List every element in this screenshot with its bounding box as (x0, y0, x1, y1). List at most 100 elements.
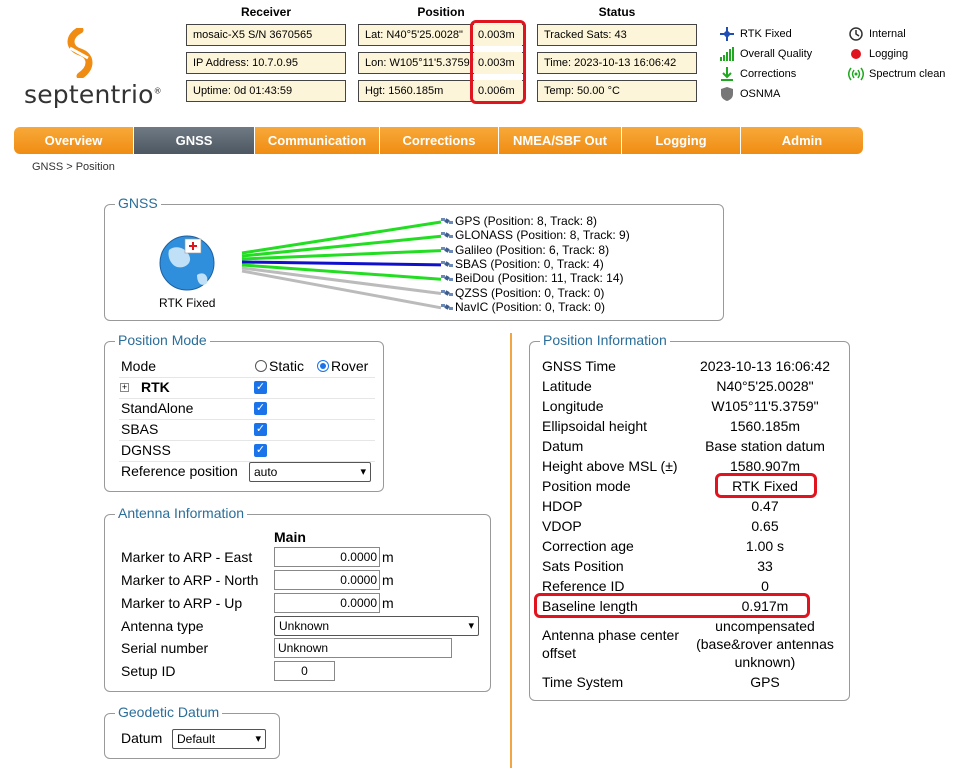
breadcrumb: GNSS > Position (32, 161, 115, 173)
phase-center-label-2: offset (542, 645, 576, 661)
info-label: Sats Position (542, 558, 624, 574)
mode-rover-radio[interactable]: Rover (317, 358, 368, 374)
antenna-type-select[interactable]: Unknown ▾ (274, 616, 479, 636)
antenna-type-label: Antenna type (121, 618, 204, 634)
constellation-item: Galileo (Position: 6, Track: 8) (440, 243, 609, 257)
radio-static[interactable] (255, 360, 267, 372)
satellite-icon (440, 243, 454, 257)
arp-up-input[interactable]: 0.0000 (274, 593, 380, 613)
info-value: N40°5'25.0028" (716, 378, 814, 394)
legend-internal: Internal (847, 26, 906, 42)
setup-id-input[interactable]: 0 (274, 661, 335, 681)
legend-rtk-fixed: RTK Fixed (718, 26, 792, 42)
column-separator (510, 333, 512, 768)
radio-rover[interactable] (317, 360, 329, 372)
info-value: 1560.185m (729, 418, 801, 434)
tab-communication[interactable]: Communication (255, 127, 380, 154)
position-info-panel: Position Information GNSS Time 2023-10-13… (529, 332, 850, 701)
info-label: Longitude (542, 398, 604, 414)
legend-overall-quality: Overall Quality (718, 46, 812, 62)
constellation-link (241, 220, 442, 255)
arp-north-label: Marker to ARP - North (121, 572, 259, 588)
serial-number-input[interactable]: Unknown (274, 638, 452, 658)
tab-admin[interactable]: Admin (741, 127, 863, 154)
constellation-item: SBAS (Position: 0, Track: 4) (440, 257, 604, 271)
spectrum-icon (847, 66, 865, 82)
antenna-legend: Antenna Information (115, 505, 248, 521)
geodetic-datum-panel: Geodetic Datum Datum Default ▾ (104, 704, 280, 759)
status-title: Status (598, 5, 636, 19)
info-label: Ellipsoidal height (542, 418, 648, 434)
info-value: 1580.907m (729, 458, 801, 474)
info-label: Position mode (542, 478, 631, 494)
brand-name: septentrio® (24, 80, 162, 109)
sbas-checkbox[interactable]: ✓ (254, 423, 267, 436)
status-tracked-sats: Tracked Sats: 43 (537, 24, 697, 46)
datum-select[interactable]: Default ▾ (172, 729, 266, 749)
red-dot-icon (847, 46, 865, 62)
receiver-serial: mosaic-X5 S/N 3670565 (186, 24, 346, 46)
arp-north-input[interactable]: 0.0000 (274, 570, 380, 590)
tab-overview[interactable]: Overview (14, 127, 134, 154)
arp-up-label: Marker to ARP - Up (121, 595, 243, 611)
arp-east-unit: m (382, 549, 394, 565)
satellite-icon (718, 26, 736, 42)
phase-center-value-2: (base&rover antennas (696, 636, 834, 652)
constellation-item: GPS (Position: 8, Track: 8) (440, 214, 597, 228)
rtk-expand-icon[interactable]: + (120, 383, 129, 392)
tab-gnss[interactable]: GNSS (134, 127, 255, 154)
satellite-icon (440, 271, 454, 285)
info-value: 2023-10-13 16:06:42 (700, 358, 830, 374)
legend-spectrum: Spectrum clean (847, 66, 945, 82)
info-value: W105°11'5.3759" (711, 398, 819, 414)
time-system-value: GPS (750, 674, 780, 690)
mode-static-radio[interactable]: Static (255, 358, 304, 374)
sbas-label: SBAS (121, 421, 159, 437)
antenna-panel: Antenna Information Main Marker to ARP -… (104, 505, 491, 692)
info-label: Reference ID (542, 578, 625, 594)
tab-logging[interactable]: Logging (622, 127, 741, 154)
rtk-label: RTK (141, 379, 170, 395)
tab-corrections[interactable]: Corrections (380, 127, 499, 154)
info-value: Base station datum (705, 438, 825, 454)
legend-logging: Logging (847, 46, 908, 62)
dgnss-label: DGNSS (121, 442, 171, 458)
dgnss-checkbox[interactable]: ✓ (254, 444, 267, 457)
position-mode-panel: Position Mode Mode Static Rover + RTK ✓ … (104, 332, 384, 492)
constellation-item: GLONASS (Position: 8, Track: 9) (440, 228, 630, 242)
satellite-icon (440, 300, 454, 314)
tab-nmea-sbf-out[interactable]: NMEA/SBF Out (499, 127, 622, 154)
position-info-legend: Position Information (540, 332, 670, 348)
status-temp: Temp: 50.00 °C (537, 80, 697, 102)
info-value: 0 (761, 578, 769, 594)
standalone-checkbox[interactable]: ✓ (254, 402, 267, 415)
phase-center-value-1: uncompensated (715, 618, 815, 634)
rtk-checkbox[interactable]: ✓ (254, 381, 267, 394)
chevron-down-icon: ▾ (360, 466, 366, 478)
satellite-icon (440, 228, 454, 242)
time-system-label: Time System (542, 674, 624, 690)
info-label: GNSS Time (542, 358, 616, 374)
arp-up-unit: m (382, 595, 394, 611)
position-title: Position (417, 5, 465, 19)
position-mode-legend: Position Mode (115, 332, 210, 348)
info-value: 1.00 s (745, 538, 785, 554)
signal-bars-icon (718, 46, 736, 62)
satellite-icon (440, 214, 454, 228)
arp-east-label: Marker to ARP - East (121, 549, 253, 565)
status-time: Time: 2023-10-13 16:06:42 (537, 52, 697, 74)
position-mode-highlight (715, 473, 817, 498)
mode-label: Mode (121, 358, 157, 374)
arp-east-input[interactable]: 0.0000 (274, 547, 380, 567)
arp-north-unit: m (382, 572, 394, 588)
receiver-ip: IP Address: 10.7.0.95 (186, 52, 346, 74)
chevron-down-icon: ▾ (468, 620, 474, 632)
accuracy-highlight (470, 20, 526, 104)
reference-position-label: Reference position (121, 463, 238, 479)
baseline-length-highlight (534, 593, 810, 618)
constellation-link (241, 260, 442, 267)
reference-position-select[interactable]: auto ▾ (249, 462, 371, 482)
shield-icon (718, 86, 736, 102)
serial-number-label: Serial number (121, 640, 209, 656)
info-label: Height above MSL (±) (542, 458, 678, 474)
